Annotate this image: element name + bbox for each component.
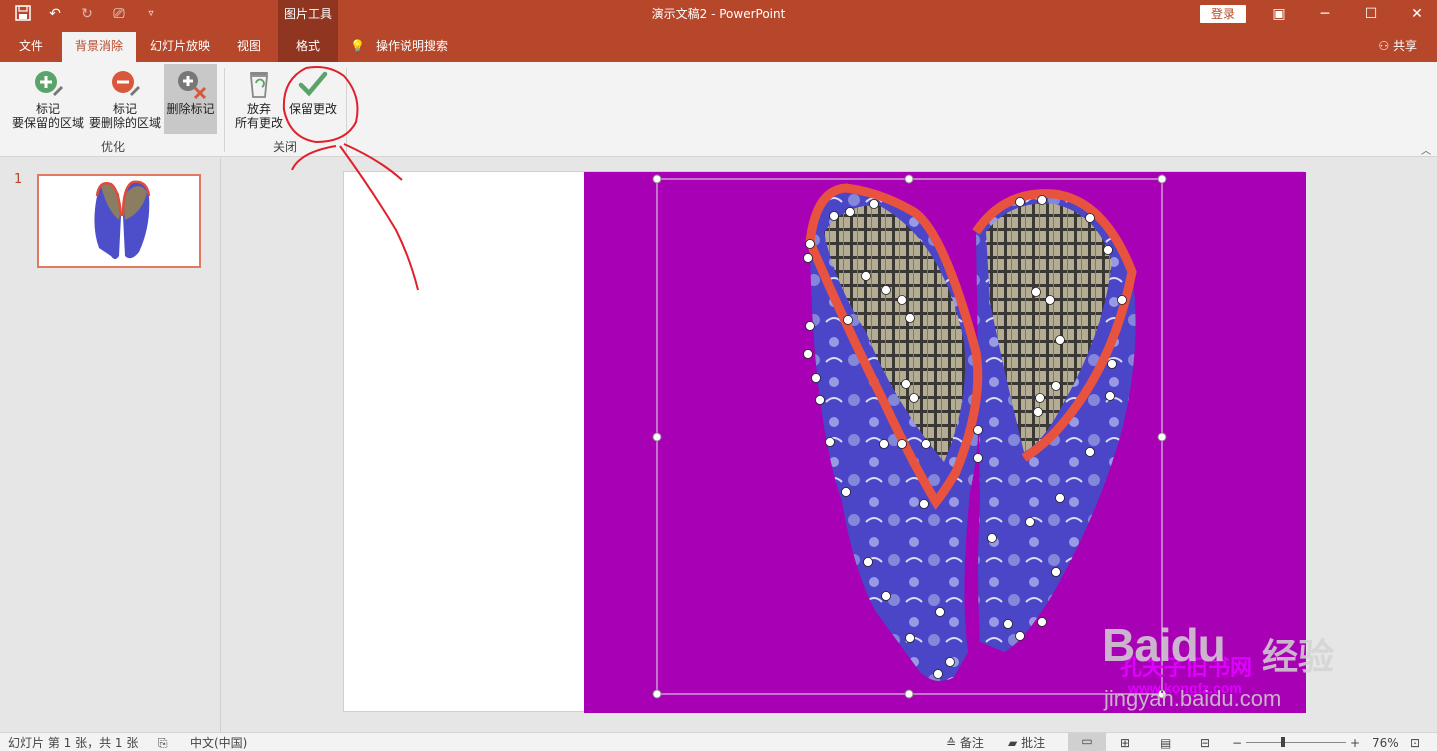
plus-pencil-icon (32, 68, 64, 100)
watermark-jingyan: 经验 (1262, 636, 1335, 677)
slide-number: 1 (14, 172, 23, 187)
language-indicator[interactable]: 中文(中国) (190, 735, 247, 751)
tell-me-search[interactable]: 💡 操作说明搜索 (350, 30, 460, 62)
reading-view-icon[interactable]: ▤ (1160, 735, 1171, 751)
picture-tools-context-label: 图片工具 (278, 0, 338, 30)
comments-button[interactable]: ▰ 批注 (1008, 735, 1045, 751)
zoom-in-button[interactable]: + (1350, 735, 1360, 751)
discard-label-2: 所有更改 (234, 116, 283, 130)
keep-changes-label: 保留更改 (288, 102, 337, 116)
tab-slideshow[interactable]: 幻灯片放映 (142, 30, 218, 62)
delete-mark-label: 删除标记 (166, 102, 215, 116)
recycle-bin-icon (243, 68, 275, 100)
delete-mark-button[interactable]: 删除标记 (164, 64, 217, 134)
save-icon[interactable] (14, 5, 32, 23)
mark-areas-to-keep-button[interactable]: 标记 要保留的区域 (10, 64, 86, 134)
slide-editing-area: 孔夫子旧书网 www.kongfz.com Baidu 经验 jingyan.b… (222, 158, 1437, 732)
tab-view[interactable]: 视图 (224, 30, 274, 62)
comment-icon: ▰ (1008, 736, 1018, 750)
collapse-ribbon-icon[interactable]: ︿ (1421, 142, 1431, 157)
close-button[interactable]: ✕ (1394, 0, 1437, 30)
mark-keep-label-2: 要保留的区域 (11, 116, 84, 130)
fit-to-window-icon[interactable]: ⊡ (1410, 735, 1420, 751)
minimize-button[interactable]: ─ (1302, 0, 1348, 30)
notes-label: 备注 (959, 736, 984, 750)
checkmark-icon (297, 68, 329, 100)
zoom-level[interactable]: 76% (1372, 735, 1399, 751)
group-refine-label: 优化 (100, 140, 125, 154)
lightbulb-icon: 💡 (350, 39, 365, 53)
mark-areas-to-remove-button[interactable]: 标记 要删除的区域 (88, 64, 162, 134)
slideshow-view-icon[interactable]: ⊟ (1200, 735, 1210, 751)
share-button[interactable]: ⚇ 共享 (1378, 30, 1417, 62)
slide-thumbnail[interactable] (37, 174, 201, 268)
share-label: 共享 (1392, 39, 1417, 53)
start-slideshow-icon[interactable]: ⎚ (110, 5, 128, 23)
title-bar: ↶ ↻ ⎚ ▿ 图片工具 演示文稿2 - PowerPoint 登录 ▣ ─ ☐… (0, 0, 1437, 30)
person-icon: ⚇ (1378, 39, 1390, 53)
status-bar: 幻灯片 第 1 张，共 1 张 ⎘ 中文(中国) ≙ 备注 ▰ 批注 ▭ ⊞ ▤… (0, 732, 1437, 751)
notes-icon: ≙ (946, 736, 957, 750)
discard-label-1: 放弃 (246, 102, 271, 116)
maximize-button[interactable]: ☐ (1348, 0, 1394, 30)
normal-view-icon[interactable]: ▭ (1068, 733, 1106, 751)
mark-keep-label-1: 标记 (35, 102, 60, 116)
login-button[interactable]: 登录 (1200, 5, 1246, 23)
mark-remove-label-1: 标记 (112, 102, 137, 116)
group-separator (346, 68, 347, 152)
watermark-baidu-logo: Baidu (1102, 619, 1226, 671)
tab-background-removal[interactable]: 背景消除 (62, 32, 136, 62)
group-close-label: 关闭 (272, 140, 297, 154)
comments-label: 批注 (1021, 736, 1046, 750)
slide-info: 幻灯片 第 1 张，共 1 张 (8, 736, 139, 750)
tab-format[interactable]: 格式 (278, 30, 338, 62)
zoom-out-button[interactable]: − (1232, 735, 1242, 751)
tab-file[interactable]: 文件 (8, 30, 54, 62)
minus-pencil-icon (109, 68, 141, 100)
tell-me-label: 操作说明搜索 (376, 39, 449, 53)
mark-remove-label-2: 要删除的区域 (88, 116, 161, 130)
slide-sorter-icon[interactable]: ⊞ (1120, 735, 1130, 751)
accessibility-icon[interactable]: ⎘ (158, 735, 168, 751)
discard-all-changes-button[interactable]: 放弃 所有更改 (232, 64, 286, 134)
zoom-slider-thumb[interactable] (1281, 737, 1285, 747)
customize-qat-icon[interactable]: ▿ (142, 5, 160, 23)
undo-icon[interactable]: ↶ (46, 5, 64, 23)
watermark-jingyan-url: jingyan.baidu.com (1104, 686, 1282, 711)
thumbnail-shoes-image (94, 180, 151, 259)
group-separator (224, 68, 225, 152)
redo-icon[interactable]: ↻ (78, 5, 96, 23)
ribbon-tabs: 文件 背景消除 幻灯片放映 视图 格式 💡 操作说明搜索 ⚇ 共享 (0, 30, 1437, 62)
keep-changes-button[interactable]: 保留更改 (287, 64, 339, 134)
ribbon: 标记 要保留的区域 标记 要删除的区域 删除标记 优化 放弃 所有更改 保留更改… (0, 62, 1437, 157)
delete-mark-icon (175, 68, 207, 100)
notes-button[interactable]: ≙ 备注 (946, 735, 984, 751)
quick-access-toolbar: ↶ ↻ ⎚ ▿ (14, 5, 160, 23)
ribbon-display-options-icon[interactable]: ▣ (1256, 0, 1302, 30)
zoom-slider[interactable] (1246, 742, 1346, 743)
slide-thumbnail-pane: 1 (0, 158, 221, 732)
